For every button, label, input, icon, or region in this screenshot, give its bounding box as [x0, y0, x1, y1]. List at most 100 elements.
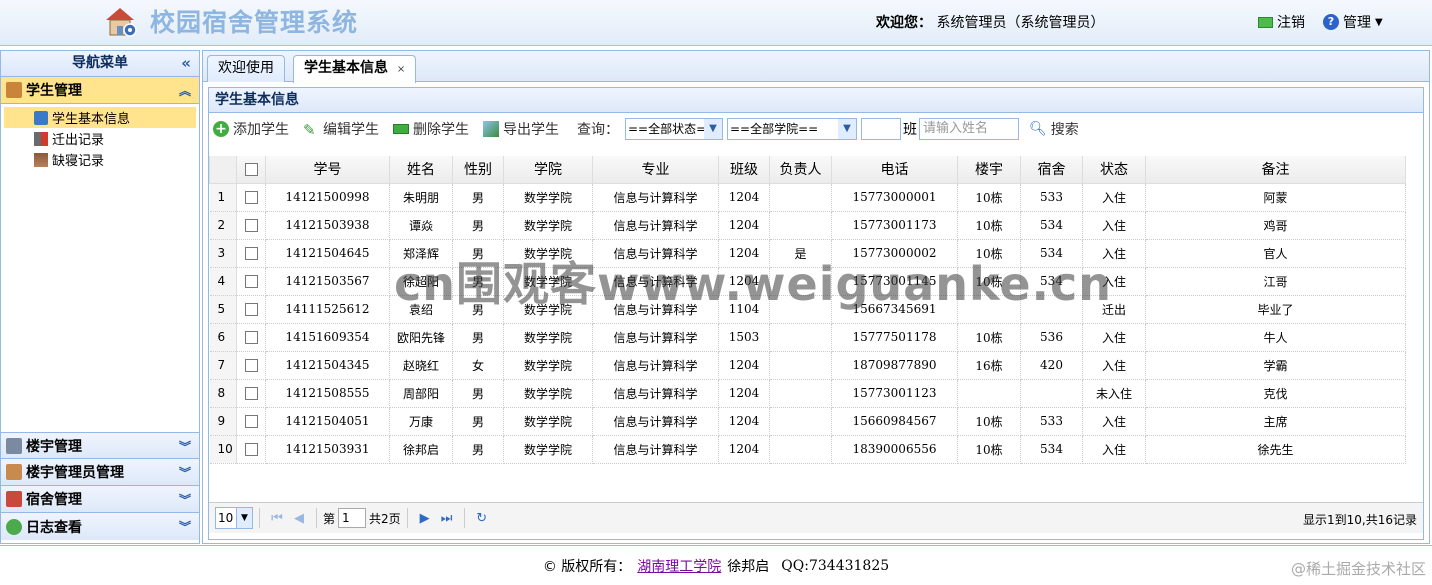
table-cell: 江哥: [1145, 267, 1406, 296]
refresh-icon[interactable]: ↻: [471, 511, 493, 526]
row-select-cell[interactable]: [236, 295, 266, 324]
table-cell: 数学学院: [503, 267, 593, 296]
edit-student-button[interactable]: ✎ 编辑学生: [303, 119, 379, 139]
tabs-bar: 欢迎使用 学生基本信息 ×: [203, 51, 1429, 83]
close-icon[interactable]: ×: [397, 64, 405, 75]
prev-page-icon[interactable]: ◀: [288, 511, 310, 526]
table-row[interactable]: 9 14121504051 万康男数学学院 信息与计算科学 1204 1566098456…: [209, 407, 1406, 436]
manage-menu-button[interactable]: ? 管理 ▼: [1323, 12, 1383, 32]
class-input[interactable]: [861, 117, 901, 140]
row-select-cell[interactable]: [236, 239, 266, 268]
nav-item-absence-records[interactable]: 缺寝记录: [4, 149, 196, 170]
row-checkbox[interactable]: [244, 387, 258, 400]
row-select-cell[interactable]: [236, 323, 266, 352]
table-cell: 信息与计算科学: [592, 379, 719, 408]
column-header[interactable]: 状态: [1082, 156, 1146, 184]
column-header[interactable]: 楼宇: [957, 156, 1021, 184]
college-select[interactable]: ==全部学院== ▼: [727, 117, 857, 140]
row-checkbox[interactable]: [244, 247, 258, 260]
org-link[interactable]: 湖南理工学院: [637, 556, 721, 576]
nav-item-student-info[interactable]: 学生基本信息: [4, 107, 196, 128]
table-row[interactable]: 1 14121500998 朱明朋男数学学院 信息与计算科学 1204 157730000…: [209, 183, 1406, 212]
row-checkbox[interactable]: [244, 415, 258, 428]
row-checkbox[interactable]: [244, 191, 258, 204]
status-select[interactable]: ==全部状态== ▼: [625, 117, 723, 140]
table-row[interactable]: 7 14121504345 赵晓红女数学学院 信息与计算科学 1204 187098778…: [209, 351, 1406, 380]
export-student-button[interactable]: 导出学生: [483, 119, 559, 139]
table-cell: 信息与计算科学: [592, 323, 719, 352]
name-search-input[interactable]: [919, 117, 1019, 140]
table-cell: 牛人: [1145, 323, 1406, 352]
nav-panel-student[interactable]: 学生管理 ︽: [1, 77, 199, 104]
row-number: 2: [209, 211, 237, 240]
table-row[interactable]: 4 14121503567 徐超阳男数学学院 信息与计算科学 1204 157730011…: [209, 267, 1406, 296]
row-select-cell[interactable]: [236, 435, 266, 464]
search-button[interactable]: 🔍︎ 搜索: [1029, 119, 1079, 139]
table-cell: 15777501178: [831, 323, 958, 352]
table-cell: 入住: [1082, 323, 1146, 352]
column-header[interactable]: 宿舍: [1020, 156, 1083, 184]
column-header[interactable]: 电话: [831, 156, 958, 184]
nav-panel-logs[interactable]: 日志查看 ︾: [1, 513, 199, 540]
row-select-cell[interactable]: [236, 407, 266, 436]
select-all-checkbox[interactable]: [244, 162, 258, 176]
table-cell: 袁绍: [389, 295, 453, 324]
table-cell: 536: [1020, 323, 1083, 352]
table-cell: 10栋: [957, 239, 1021, 268]
table-cell: 女: [452, 351, 504, 380]
tab-welcome[interactable]: 欢迎使用: [207, 55, 285, 82]
table-row[interactable]: 8 14121508555 周部阳男数学学院 信息与计算科学 1204 157730011…: [209, 379, 1406, 408]
column-header[interactable]: 学号: [265, 156, 390, 184]
add-student-button[interactable]: + 添加学生: [213, 119, 289, 139]
row-checkbox[interactable]: [244, 219, 258, 232]
next-page-icon[interactable]: ▶: [414, 511, 436, 526]
table-row[interactable]: 3 14121504645 郑泽辉男数学学院 信息与计算科学 1204 是 15773000…: [209, 239, 1406, 268]
remove-icon: [393, 123, 409, 134]
column-header[interactable]: 备注: [1145, 156, 1406, 184]
table-row[interactable]: 6 14151609354 欧阳先锋男数学学院 信息与计算科学 1503 15777501…: [209, 323, 1406, 352]
last-page-icon[interactable]: ⏭: [436, 511, 458, 526]
row-checkbox[interactable]: [244, 331, 258, 344]
table-cell: 朱明朋: [389, 183, 453, 212]
collapse-left-icon[interactable]: «: [181, 51, 191, 76]
column-header[interactable]: 学院: [503, 156, 593, 184]
nav-item-exit-records[interactable]: 迁出记录: [4, 128, 196, 149]
table-cell: 数学学院: [503, 323, 593, 352]
first-page-icon[interactable]: ⏮: [266, 511, 288, 526]
row-select-cell[interactable]: [236, 183, 266, 212]
nav-panel-building-admin[interactable]: 楼宇管理员管理 ︾: [1, 459, 199, 486]
page-number-input[interactable]: [338, 508, 367, 528]
column-header[interactable]: 性别: [452, 156, 504, 184]
select-all-header[interactable]: [236, 156, 266, 184]
column-header[interactable]: 专业: [592, 156, 719, 184]
row-checkbox[interactable]: [244, 443, 258, 456]
table-row[interactable]: 10 14121503931 徐邦启男数学学院 信息与计算科学 1204 18390006…: [209, 435, 1406, 464]
chevron-down-icon: ︾: [178, 466, 191, 480]
logout-button[interactable]: 注销: [1258, 12, 1305, 32]
nav-panel-dorm[interactable]: 宿舍管理 ︾: [1, 486, 199, 513]
row-checkbox[interactable]: [244, 275, 258, 288]
page-size-select[interactable]: 10 ▼: [215, 507, 253, 529]
row-checkbox[interactable]: [244, 303, 258, 316]
row-select-cell[interactable]: [236, 351, 266, 380]
watermark-corner: @稀土掘金技术社区: [1290, 560, 1426, 578]
row-select-cell[interactable]: [236, 267, 266, 296]
column-header[interactable]: 负责人: [769, 156, 832, 184]
table-cell: 入住: [1082, 407, 1146, 436]
row-checkbox[interactable]: [244, 359, 258, 372]
table-cell: 官人: [1145, 239, 1406, 268]
table-row[interactable]: 2 14121503938 谭焱男数学学院 信息与计算科学 1204 1577300117…: [209, 211, 1406, 240]
nav-panel-building[interactable]: 楼宇管理 ︾: [1, 432, 199, 459]
column-header[interactable]: 班级: [718, 156, 770, 184]
row-select-cell[interactable]: [236, 211, 266, 240]
tab-student-info[interactable]: 学生基本信息 ×: [293, 55, 417, 83]
table-cell: 10栋: [957, 323, 1021, 352]
row-select-cell[interactable]: [236, 379, 266, 408]
building-icon: [6, 437, 22, 454]
column-header[interactable]: 姓名: [389, 156, 453, 184]
delete-student-button[interactable]: 删除学生: [393, 119, 469, 139]
pagination-bar: 10 ▼ ⏮ ◀ 第 共2页 ▶ ⏭ ↻ 显示1到10,共16记录: [209, 502, 1423, 533]
copyright-label: © 版权所有：: [542, 558, 632, 575]
table-row[interactable]: 5 14111525612 袁绍男数学学院 信息与计算科学 1104 1566734569…: [209, 295, 1406, 324]
table-cell: 534: [1020, 267, 1083, 296]
